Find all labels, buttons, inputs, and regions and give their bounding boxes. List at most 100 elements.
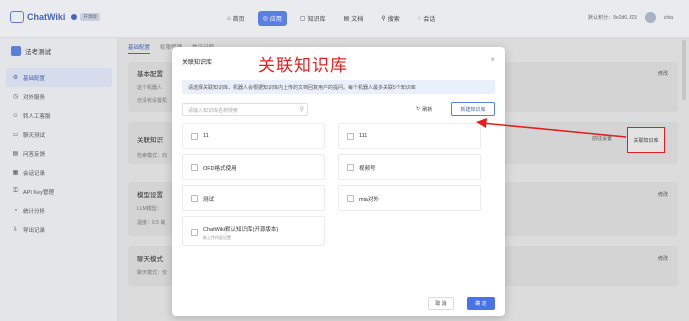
new-knowledge-button[interactable]: 新建知识库 bbox=[451, 102, 495, 116]
nav-label: 搜索 bbox=[387, 17, 400, 23]
chat-test-icon: ▭ bbox=[12, 132, 19, 138]
sidebar-item-export[interactable]: ⇩ 导出记录 bbox=[6, 220, 112, 239]
goto-settings-link[interactable]: 前往设置 bbox=[592, 135, 612, 142]
search-input[interactable]: 请输入知识库名称搜索 ⚲ bbox=[182, 103, 308, 116]
sidebar-item-feedback[interactable]: ▤ 问答反馈 bbox=[6, 144, 112, 163]
sidebar-item-chat-test[interactable]: ▭ 聊天测试 bbox=[6, 125, 112, 144]
sidebar-item-label: 问答反馈 bbox=[23, 151, 46, 158]
nav-label: 应用 bbox=[269, 17, 282, 23]
card-sub: 温度：0.5 最 bbox=[137, 220, 166, 226]
knowledge-name: OFD格式使用 bbox=[203, 166, 237, 172]
sidebar-item-external-service[interactable]: ◷ 对外服务 bbox=[6, 87, 112, 106]
feedback-icon: ▤ bbox=[12, 151, 19, 157]
nav-label: 会话 bbox=[423, 17, 436, 23]
nav-home[interactable]: ⌂ 首页 bbox=[222, 11, 250, 26]
logo-dot-icon bbox=[71, 14, 78, 20]
knowledge-name: 11 bbox=[203, 133, 209, 139]
knowledge-item[interactable]: OFD格式使用 bbox=[182, 154, 325, 180]
sidebar-item-label: 转人工客服 bbox=[23, 113, 51, 120]
service-icon: ◷ bbox=[12, 94, 19, 100]
sidebar-item-label: 对外服务 bbox=[23, 94, 46, 101]
bot-icon bbox=[11, 46, 21, 56]
main-nav: ⌂ 首页 ◎ 应用 ▢ 知识库 ▤ 文档 ⚲ 搜索 ◌ 会话 bbox=[222, 11, 440, 26]
card-sub: LLM模型： bbox=[137, 206, 162, 212]
notice-banner: 请选择关联知识库，机器人会根据知识库内上传的文档回复用户的提问。每个机器人最多关… bbox=[182, 80, 495, 94]
sidebar-item-label: 统计分析 bbox=[23, 208, 46, 215]
nav-chat[interactable]: ◌ 会话 bbox=[413, 11, 441, 26]
tab-basic-config[interactable]: 基础配置 bbox=[128, 43, 151, 54]
refresh-label: 刷新 bbox=[422, 106, 433, 113]
checkbox[interactable] bbox=[191, 164, 198, 171]
chart-icon: ◔ bbox=[13, 207, 18, 214]
card-sub: 这个机器人 bbox=[137, 85, 163, 91]
nav-knowledge[interactable]: ▢ 知识库 bbox=[295, 11, 331, 26]
annotation-title: 关联知识库 bbox=[258, 56, 348, 76]
sidebar-item-basic-config[interactable]: ⚙ 基础配置 bbox=[6, 68, 112, 87]
knowledge-item[interactable]: 111 bbox=[338, 123, 481, 149]
account-id: 默认积分：9e2d6..f23 bbox=[588, 15, 637, 21]
nav-label: 知识库 bbox=[307, 17, 326, 23]
knowledge-item[interactable]: ChatWiki默认知识库(开源版本) 新上传内容设置 bbox=[182, 216, 325, 246]
knowledge-item[interactable]: mia对外 bbox=[338, 185, 481, 211]
checkbox[interactable] bbox=[347, 164, 354, 171]
knowledge-name: 测试 bbox=[203, 197, 215, 203]
knowledge-item[interactable]: 11 bbox=[182, 123, 325, 149]
knowledge-item[interactable]: 测试 bbox=[182, 185, 325, 211]
export-icon: ⇩ bbox=[12, 227, 19, 233]
apps-icon: ◎ bbox=[262, 16, 268, 22]
knowledge-desc: 新上传内容设置 bbox=[203, 235, 231, 240]
knowledge-name: mia对外 bbox=[359, 197, 379, 203]
card-title: 模型设置 bbox=[137, 192, 163, 199]
modal-title: 关联知识库 bbox=[182, 60, 213, 66]
nav-search[interactable]: ⚲ 搜索 bbox=[376, 11, 404, 26]
card-sub: 检索模式：向 bbox=[137, 153, 168, 159]
gear-icon: ⚙ bbox=[12, 75, 19, 81]
knowledge-item[interactable]: 视频号 bbox=[338, 154, 481, 180]
nav-apps[interactable]: ◎ 应用 bbox=[257, 11, 287, 26]
card-title: 基本配置 bbox=[137, 71, 163, 78]
sidebar-item-label: 会话记录 bbox=[23, 170, 46, 177]
username[interactable]: chia bbox=[664, 15, 673, 21]
bot-title[interactable]: 法考测试 bbox=[11, 46, 51, 56]
sidebar: 法考测试 ⚙ 基础配置 ◷ 对外服务 ☺ 转人工客服 ▭ 聊天测试 ▤ 问答反馈 ▦ 会话记… bbox=[0, 38, 118, 321]
bot-name: 法考测试 bbox=[25, 49, 51, 56]
edit-button[interactable]: 修改 bbox=[658, 255, 668, 262]
sidebar-item-api-key[interactable]: ⚿ API Key管理 bbox=[6, 182, 112, 201]
knowledge-name: 111 bbox=[359, 133, 368, 139]
sidebar-item-session-log[interactable]: ▦ 会话记录 bbox=[6, 163, 112, 182]
refresh-button[interactable]: ↻ 刷新 bbox=[410, 102, 438, 116]
knowledge-name: 视频号 bbox=[359, 166, 376, 172]
sidebar-menu: ⚙ 基础配置 ◷ 对外服务 ☺ 转人工客服 ▭ 聊天测试 ▤ 问答反馈 ▦ 会话记录 ⚿ AP… bbox=[6, 68, 112, 239]
edit-button[interactable]: 修改 bbox=[658, 191, 668, 198]
checkbox[interactable] bbox=[191, 229, 198, 236]
close-icon[interactable]: × bbox=[490, 55, 495, 64]
book-icon: ▢ bbox=[299, 16, 306, 22]
user-area: 默认积分：9e2d6..f23 chia bbox=[588, 12, 673, 23]
sidebar-item-label: 导出记录 bbox=[23, 227, 46, 234]
edit-button[interactable]: 修改 bbox=[658, 70, 668, 77]
associate-knowledge-button[interactable]: 关联知识库 bbox=[627, 127, 665, 153]
refresh-icon: ↻ bbox=[416, 106, 421, 112]
scrollbar[interactable] bbox=[682, 40, 686, 100]
card-title: 聊天模式 bbox=[137, 256, 163, 263]
checkbox[interactable] bbox=[191, 195, 198, 202]
logo[interactable]: ChatWiki 开源版 bbox=[10, 11, 100, 23]
sidebar-item-stats[interactable]: ◔ 统计分析 bbox=[6, 201, 112, 220]
agent-icon: ☺ bbox=[12, 112, 19, 119]
home-icon: ⌂ bbox=[227, 15, 231, 22]
top-bar: ChatWiki 开源版 ⌂ 首页 ◎ 应用 ▢ 知识库 ▤ 文档 ⚲ 搜索 ◌ 会话 默认… bbox=[0, 0, 689, 38]
logo-icon bbox=[10, 11, 24, 23]
confirm-button[interactable]: 确 定 bbox=[467, 297, 495, 310]
logo-text: ChatWiki bbox=[27, 12, 66, 22]
associate-knowledge-modal: 关联知识库 × 请选择关联知识库，机器人会根据知识库内上传的文档回复用户的提问。… bbox=[172, 47, 505, 316]
cancel-button[interactable]: 取 消 bbox=[428, 297, 454, 310]
checkbox[interactable] bbox=[191, 133, 198, 140]
search-icon: ⚲ bbox=[299, 107, 304, 113]
nav-label: 首页 bbox=[232, 17, 245, 23]
knowledge-name: ChatWiki默认知识库(开源版本) bbox=[203, 227, 279, 233]
avatar[interactable] bbox=[644, 12, 656, 23]
checkbox[interactable] bbox=[347, 195, 354, 202]
nav-docs[interactable]: ▤ 文档 bbox=[339, 11, 369, 26]
checkbox[interactable] bbox=[347, 133, 354, 140]
sidebar-item-human-agent[interactable]: ☺ 转人工客服 bbox=[6, 106, 112, 125]
